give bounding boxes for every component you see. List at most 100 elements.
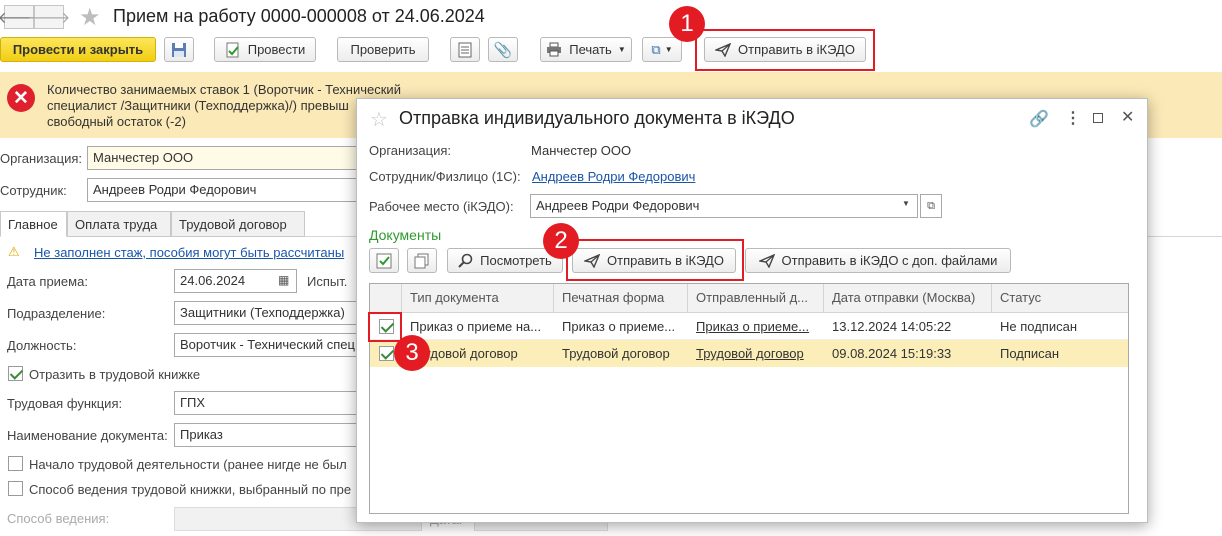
calendar-icon[interactable]: ▦ — [278, 273, 289, 287]
chevron-down-icon[interactable]: ▼ — [902, 199, 910, 208]
chevron-down-icon: ▼ — [664, 45, 673, 54]
dialog-employee-link[interactable]: Андреев Родри Федорович — [532, 169, 695, 184]
favorite-star-icon[interactable]: ☆ — [370, 107, 388, 132]
step-badge-3: 3 — [394, 335, 430, 371]
org-field[interactable]: Манчестер ООО — [87, 146, 367, 170]
employee-label: Сотрудник: — [0, 183, 67, 198]
arrow-right-icon: 🡒 — [27, 9, 71, 27]
post-button-label: Провести — [247, 42, 306, 57]
dialog-employee-label: Сотрудник/Физлицо (1С): — [369, 169, 521, 184]
warning-line-2: специалист /Защитники (Техподдержка)/) п… — [47, 98, 349, 113]
print-button[interactable]: Печать ▼ — [540, 37, 632, 62]
seniority-notice-link[interactable]: Не заполнен стаж, пособия могут быть рас… — [34, 245, 344, 260]
method-label: Способ ведения: — [7, 511, 110, 526]
workbook-checkbox-label: Отразить в трудовой книжке — [29, 367, 201, 382]
doc-name-field[interactable]: Приказ — [174, 423, 374, 447]
highlight-box-2 — [566, 239, 744, 281]
view-button-label: Посмотреть — [480, 253, 552, 268]
save-button[interactable] — [164, 37, 194, 62]
warning-line-3: свободный остаток (-2) — [47, 114, 186, 129]
open-window-icon: ⧉ — [927, 199, 935, 212]
table-row[interactable]: Трудовой договор Трудовой договор Трудов… — [370, 340, 1128, 367]
printer-icon — [546, 42, 562, 57]
method-checkbox[interactable] — [8, 481, 23, 496]
header-check-column — [370, 284, 402, 313]
print-form-cell: Приказ о приеме... — [562, 319, 676, 334]
status-cell: Подписан — [1000, 346, 1060, 361]
start-work-checkbox-label: Начало трудовой деятельности (ранее нигд… — [29, 457, 347, 472]
workbook-checkbox[interactable] — [8, 366, 23, 381]
table-header: Тип документа Печатная форма Отправленны… — [370, 284, 1128, 313]
link-icon[interactable]: 🔗 — [1029, 109, 1049, 129]
workplace-field[interactable]: Андреев Родри Федорович — [530, 194, 918, 218]
window-title: Прием на работу 0000-000008 от 24.06.202… — [113, 6, 485, 26]
chevron-down-icon: ▼ — [617, 45, 626, 54]
error-icon: ✕ — [7, 84, 35, 112]
step-badge-2: 2 — [543, 223, 579, 259]
tab-payment[interactable]: Оплата труда — [67, 211, 171, 237]
highlight-box-3 — [368, 312, 402, 342]
check-all-button[interactable] — [369, 248, 399, 273]
document-list-icon — [458, 42, 472, 57]
doc-name-label: Наименование документа: — [7, 428, 168, 443]
warning-line-1: Количество занимаемых ставок 1 (Воротчик… — [47, 82, 401, 97]
uncheck-all-button[interactable] — [407, 248, 437, 273]
dialog-org-value: Манчестер ООО — [531, 143, 632, 158]
tab-contract[interactable]: Трудовой договор — [171, 211, 305, 237]
favorite-star-icon[interactable]: ★ — [79, 3, 101, 32]
send-date-cell: 09.08.2024 15:19:33 — [832, 346, 952, 361]
magnifier-icon — [458, 253, 473, 268]
hire-date-label: Дата приема: — [7, 274, 88, 289]
post-icon — [225, 42, 241, 58]
send-ikedo-with-files-label: Отправить в iКЭДО с доп. файлами — [781, 253, 998, 268]
row-checkbox[interactable] — [379, 346, 394, 361]
header-status[interactable]: Статус — [992, 284, 1128, 313]
documents-table: Тип документа Печатная форма Отправленны… — [369, 283, 1129, 514]
position-label: Должность: — [7, 338, 77, 353]
position-field[interactable]: Воротчик - Технический спец — [174, 333, 374, 357]
send-ikedo-with-files-button[interactable]: Отправить в iКЭДО с доп. файлами — [745, 248, 1011, 273]
status-cell: Не подписан — [1000, 319, 1078, 334]
tab-main[interactable]: Главное — [0, 211, 67, 237]
sent-document-link[interactable]: Трудовой договор — [688, 340, 824, 367]
attach-button[interactable]: 📎 — [488, 37, 518, 62]
paper-plane-icon — [758, 253, 775, 268]
sent-document-link[interactable]: Приказ о приеме... — [688, 313, 824, 340]
start-work-checkbox[interactable] — [8, 456, 23, 471]
copy-icon — [414, 253, 429, 268]
create-based-on-button[interactable]: ⧉ ▼ — [642, 37, 682, 62]
doc-type-cell: Приказ о приеме на... — [410, 319, 542, 334]
post-button[interactable]: Провести — [214, 37, 316, 62]
warning-triangle-icon: ⚠ — [8, 244, 20, 259]
table-row[interactable]: Приказ о приеме на... Приказ о приеме...… — [370, 313, 1128, 340]
labor-function-label: Трудовая функция: — [7, 396, 123, 411]
more-menu-icon[interactable]: ⋮ — [1065, 108, 1081, 128]
highlight-box-1 — [695, 29, 875, 71]
create-based-icon: ⧉ — [651, 41, 661, 57]
forward-button[interactable]: 🡒 — [28, 5, 70, 29]
paperclip-icon: 📎 — [493, 41, 513, 59]
warning-message: Количество занимаемых ставок 1 (Воротчик… — [47, 82, 401, 130]
header-sent-document[interactable]: Отправленный д... — [688, 284, 824, 313]
send-document-dialog: ☆ Отправка индивидуального документа в i… — [356, 98, 1148, 523]
dialog-org-label: Организация: — [369, 143, 452, 158]
check-button[interactable]: Проверить — [337, 37, 429, 62]
header-send-date[interactable]: Дата отправки (Москва) — [824, 284, 992, 313]
dialog-title: Отправка индивидуального документа в iКЭ… — [399, 108, 795, 128]
header-print-form[interactable]: Печатная форма — [554, 284, 688, 313]
step-badge-1: 1 — [669, 6, 705, 42]
header-doc-type[interactable]: Тип документа — [402, 284, 554, 313]
open-workplace-button[interactable]: ⧉ — [920, 194, 942, 218]
print-form-cell: Трудовой договор — [562, 346, 670, 361]
close-icon[interactable]: ✕ — [1121, 107, 1134, 127]
employee-field[interactable]: Андреев Родри Федорович — [87, 178, 367, 202]
method-checkbox-label: Способ ведения трудовой книжки, выбранны… — [29, 482, 352, 497]
check-all-icon — [376, 253, 392, 268]
labor-function-field[interactable]: ГПХ — [174, 391, 374, 415]
save-icon — [172, 42, 186, 57]
department-field[interactable]: Защитники (Техподдержка) — [174, 301, 374, 325]
post-and-close-button[interactable]: Провести и закрыть — [0, 37, 156, 62]
dialog-workplace-label: Рабочее место (iКЭДО): — [369, 199, 514, 214]
list-button[interactable] — [450, 37, 480, 62]
maximize-icon[interactable] — [1093, 113, 1103, 123]
